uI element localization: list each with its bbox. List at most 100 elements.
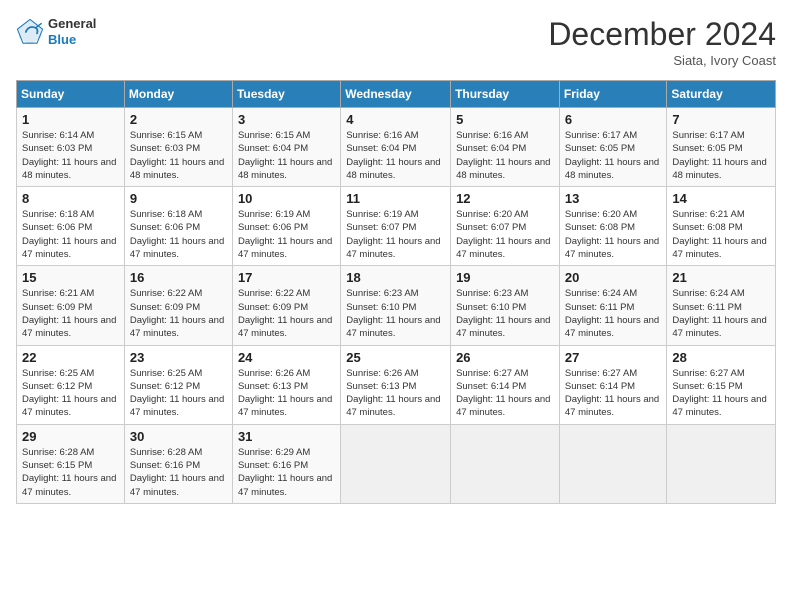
day-info: Sunrise: 6:19 AM Sunset: 6:06 PM Dayligh… [238, 208, 335, 261]
calendar-cell: 5 Sunrise: 6:16 AM Sunset: 6:04 PM Daylig… [451, 108, 560, 187]
weekday-header-monday: Monday [124, 81, 232, 108]
calendar-cell: 2Sunrise: 6:15 AM Sunset: 6:03 PM Daylig… [124, 108, 232, 187]
day-info: Sunrise: 6:16 AM Sunset: 6:04 PM Dayligh… [456, 129, 554, 182]
day-info: Sunrise: 6:18 AM Sunset: 6:06 PM Dayligh… [130, 208, 227, 261]
day-info: Sunrise: 6:26 AM Sunset: 6:13 PM Dayligh… [346, 367, 445, 420]
day-info: Sunrise: 6:14 AM Sunset: 6:03 PM Dayligh… [22, 129, 119, 182]
day-number: 9 [130, 191, 227, 206]
calendar-cell: 20Sunrise: 6:24 AM Sunset: 6:11 PM Dayli… [559, 266, 667, 345]
month-title: December 2024 [548, 16, 776, 53]
calendar-cell [341, 424, 451, 503]
calendar-cell: 4 Sunrise: 6:16 AM Sunset: 6:04 PM Daylig… [341, 108, 451, 187]
calendar-cell [667, 424, 776, 503]
day-number: 11 [346, 191, 445, 206]
logo-general: General [48, 16, 96, 32]
day-number: 21 [672, 270, 770, 285]
logo-blue: Blue [48, 32, 96, 48]
weekday-header-saturday: Saturday [667, 81, 776, 108]
day-info: Sunrise: 6:27 AM Sunset: 6:15 PM Dayligh… [672, 367, 770, 420]
calendar-cell: 17Sunrise: 6:22 AM Sunset: 6:09 PM Dayli… [232, 266, 340, 345]
calendar-cell: 28 Sunrise: 6:27 AM Sunset: 6:15 PM Dayli… [667, 345, 776, 424]
calendar-cell: 18Sunrise: 6:23 AM Sunset: 6:10 PM Dayli… [341, 266, 451, 345]
calendar-week-row: 22 Sunrise: 6:25 AM Sunset: 6:12 PM Dayli… [17, 345, 776, 424]
day-number: 23 [130, 350, 227, 365]
day-number: 19 [456, 270, 554, 285]
day-info: Sunrise: 6:23 AM Sunset: 6:10 PM Dayligh… [346, 287, 445, 340]
day-info: Sunrise: 6:23 AM Sunset: 6:10 PM Dayligh… [456, 287, 554, 340]
calendar-cell [559, 424, 667, 503]
calendar-cell: 3 Sunrise: 6:15 AM Sunset: 6:04 PM Daylig… [232, 108, 340, 187]
day-number: 6 [565, 112, 662, 127]
logo-text: General Blue [48, 16, 96, 47]
day-info: Sunrise: 6:22 AM Sunset: 6:09 PM Dayligh… [130, 287, 227, 340]
logo: General Blue [16, 16, 96, 47]
day-info: Sunrise: 6:20 AM Sunset: 6:08 PM Dayligh… [565, 208, 662, 261]
day-info: Sunrise: 6:25 AM Sunset: 6:12 PM Dayligh… [22, 367, 119, 420]
day-number: 8 [22, 191, 119, 206]
day-number: 12 [456, 191, 554, 206]
day-info: Sunrise: 6:27 AM Sunset: 6:14 PM Dayligh… [456, 367, 554, 420]
day-number: 7 [672, 112, 770, 127]
logo-icon [16, 18, 44, 46]
calendar-cell: 14Sunrise: 6:21 AM Sunset: 6:08 PM Dayli… [667, 187, 776, 266]
day-info: Sunrise: 6:29 AM Sunset: 6:16 PM Dayligh… [238, 446, 335, 499]
day-number: 3 [238, 112, 335, 127]
day-info: Sunrise: 6:28 AM Sunset: 6:15 PM Dayligh… [22, 446, 119, 499]
calendar-cell: 25 Sunrise: 6:26 AM Sunset: 6:13 PM Dayli… [341, 345, 451, 424]
calendar-cell: 10Sunrise: 6:19 AM Sunset: 6:06 PM Dayli… [232, 187, 340, 266]
calendar-cell: 29 Sunrise: 6:28 AM Sunset: 6:15 PM Dayli… [17, 424, 125, 503]
day-info: Sunrise: 6:15 AM Sunset: 6:04 PM Dayligh… [238, 129, 335, 182]
day-number: 4 [346, 112, 445, 127]
day-number: 1 [22, 112, 119, 127]
day-number: 5 [456, 112, 554, 127]
calendar-cell: 27Sunrise: 6:27 AM Sunset: 6:14 PM Dayli… [559, 345, 667, 424]
calendar-cell: 31 Sunrise: 6:29 AM Sunset: 6:16 PM Dayli… [232, 424, 340, 503]
day-info: Sunrise: 6:18 AM Sunset: 6:06 PM Dayligh… [22, 208, 119, 261]
day-info: Sunrise: 6:26 AM Sunset: 6:13 PM Dayligh… [238, 367, 335, 420]
day-info: Sunrise: 6:24 AM Sunset: 6:11 PM Dayligh… [672, 287, 770, 340]
day-number: 20 [565, 270, 662, 285]
day-number: 13 [565, 191, 662, 206]
calendar-week-row: 15Sunrise: 6:21 AM Sunset: 6:09 PM Dayli… [17, 266, 776, 345]
title-area: December 2024 Siata, Ivory Coast [548, 16, 776, 68]
day-number: 28 [672, 350, 770, 365]
calendar-cell: 23 Sunrise: 6:25 AM Sunset: 6:12 PM Dayli… [124, 345, 232, 424]
day-number: 22 [22, 350, 119, 365]
day-number: 2 [130, 112, 227, 127]
weekday-header-friday: Friday [559, 81, 667, 108]
day-info: Sunrise: 6:19 AM Sunset: 6:07 PM Dayligh… [346, 208, 445, 261]
day-number: 25 [346, 350, 445, 365]
day-info: Sunrise: 6:16 AM Sunset: 6:04 PM Dayligh… [346, 129, 445, 182]
day-number: 14 [672, 191, 770, 206]
calendar-cell: 24 Sunrise: 6:26 AM Sunset: 6:13 PM Dayli… [232, 345, 340, 424]
calendar-week-row: 1 Sunrise: 6:14 AM Sunset: 6:03 PM Daylig… [17, 108, 776, 187]
weekday-header-sunday: Sunday [17, 81, 125, 108]
day-info: Sunrise: 6:22 AM Sunset: 6:09 PM Dayligh… [238, 287, 335, 340]
calendar-cell: 22 Sunrise: 6:25 AM Sunset: 6:12 PM Dayli… [17, 345, 125, 424]
calendar-cell: 26 Sunrise: 6:27 AM Sunset: 6:14 PM Dayli… [451, 345, 560, 424]
calendar-cell: 12Sunrise: 6:20 AM Sunset: 6:07 PM Dayli… [451, 187, 560, 266]
weekday-header-row: SundayMondayTuesdayWednesdayThursdayFrid… [17, 81, 776, 108]
calendar-cell: 30 Sunrise: 6:28 AM Sunset: 6:16 PM Dayli… [124, 424, 232, 503]
calendar-cell [451, 424, 560, 503]
day-number: 24 [238, 350, 335, 365]
calendar-table: SundayMondayTuesdayWednesdayThursdayFrid… [16, 80, 776, 504]
page-header: General Blue December 2024 Siata, Ivory … [16, 16, 776, 68]
day-info: Sunrise: 6:25 AM Sunset: 6:12 PM Dayligh… [130, 367, 227, 420]
day-number: 27 [565, 350, 662, 365]
day-number: 26 [456, 350, 554, 365]
day-number: 15 [22, 270, 119, 285]
calendar-cell: 13 Sunrise: 6:20 AM Sunset: 6:08 PM Dayli… [559, 187, 667, 266]
day-number: 30 [130, 429, 227, 444]
calendar-cell: 16Sunrise: 6:22 AM Sunset: 6:09 PM Dayli… [124, 266, 232, 345]
calendar-cell: 8 Sunrise: 6:18 AM Sunset: 6:06 PM Daylig… [17, 187, 125, 266]
calendar-cell: 7 Sunrise: 6:17 AM Sunset: 6:05 PM Daylig… [667, 108, 776, 187]
calendar-cell: 19 Sunrise: 6:23 AM Sunset: 6:10 PM Dayli… [451, 266, 560, 345]
day-info: Sunrise: 6:17 AM Sunset: 6:05 PM Dayligh… [672, 129, 770, 182]
day-number: 31 [238, 429, 335, 444]
calendar-cell: 6Sunrise: 6:17 AM Sunset: 6:05 PM Daylig… [559, 108, 667, 187]
day-info: Sunrise: 6:28 AM Sunset: 6:16 PM Dayligh… [130, 446, 227, 499]
calendar-week-row: 8 Sunrise: 6:18 AM Sunset: 6:06 PM Daylig… [17, 187, 776, 266]
day-number: 29 [22, 429, 119, 444]
weekday-header-wednesday: Wednesday [341, 81, 451, 108]
